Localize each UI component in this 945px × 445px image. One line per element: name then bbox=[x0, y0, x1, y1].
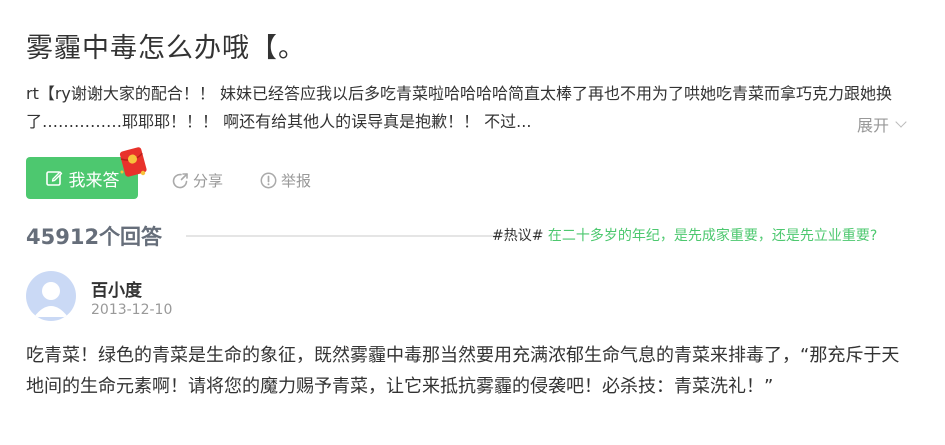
report-button[interactable]: 举报 bbox=[260, 170, 311, 191]
answer-count: 45912个回答 bbox=[26, 225, 163, 249]
hot-topic[interactable]: #热议# 在二十多岁的年纪，是先成家重要，还是先立业重要? bbox=[492, 225, 877, 245]
hot-topic-link[interactable]: 在二十多岁的年纪，是先成家重要，还是先立业重要? bbox=[548, 228, 877, 244]
answer-date: 2013-12-10 bbox=[91, 302, 173, 318]
edit-icon bbox=[45, 171, 62, 186]
avatar[interactable] bbox=[26, 271, 76, 321]
answer-label: 我来答 bbox=[68, 170, 120, 191]
share-icon bbox=[172, 173, 188, 189]
chevron-down-icon bbox=[895, 116, 907, 128]
report-label: 举报 bbox=[281, 172, 312, 190]
question-description: rt【ry谢谢大家的配合！！ 妹妹已经答应我以后多吃青菜啦哈哈哈哈简直太棒了再也… bbox=[26, 84, 892, 131]
answers-header: 45912个回答 #热议# 在二十多岁的年纪，是先成家重要，还是先立业重要? bbox=[26, 221, 906, 251]
expand-toggle[interactable]: 展开 bbox=[856, 112, 907, 136]
divider bbox=[186, 235, 506, 237]
expand-label: 展开 bbox=[856, 116, 889, 135]
question-title: 雾霾中毒怎么办哦【。 bbox=[26, 33, 306, 64]
share-label: 分享 bbox=[193, 172, 224, 190]
warning-icon bbox=[260, 172, 277, 189]
default-user-icon bbox=[34, 282, 68, 317]
share-button[interactable]: 分享 bbox=[172, 170, 223, 191]
hot-topic-prefix: #热议# bbox=[492, 228, 544, 244]
answer-username[interactable]: 百小度 bbox=[91, 276, 142, 301]
red-packet-icon bbox=[119, 147, 147, 177]
answer-content: 吃青菜！绿色的青菜是生命的象征，既然雾霾中毒那当然要用充满浓郁生命气息的青菜来排… bbox=[26, 345, 900, 397]
